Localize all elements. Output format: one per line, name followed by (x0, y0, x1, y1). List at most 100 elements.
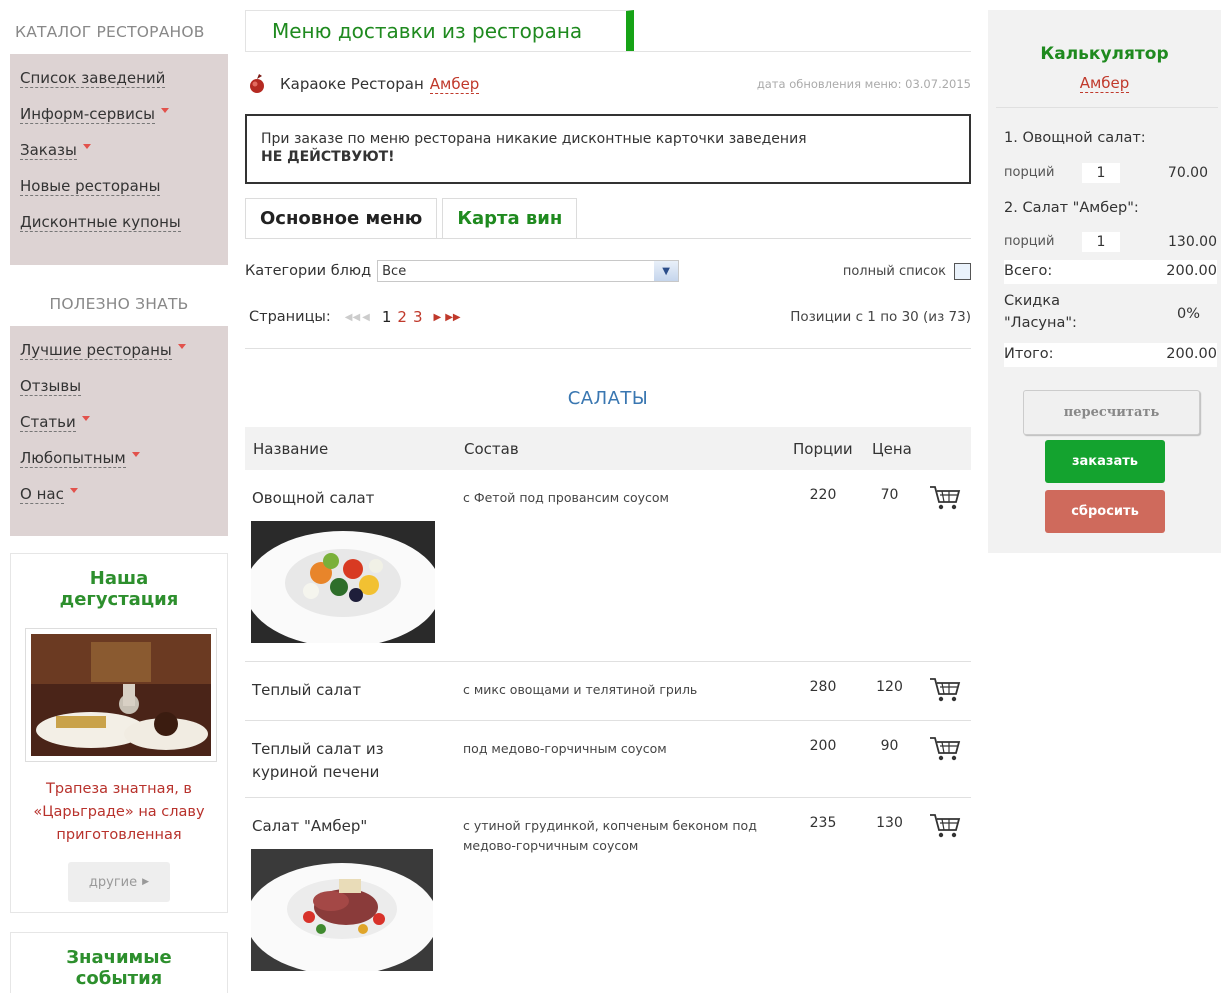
dish-price: 120 (876, 679, 903, 695)
calculator-panel: Калькулятор Амбер 1. Овощной салат: порц… (988, 10, 1221, 553)
catalog-menu: Список заведений Информ-сервисы Заказы Н… (10, 54, 228, 248)
calc-item-amount: 70.00 (1167, 165, 1208, 181)
qty-input[interactable]: 1 (1082, 163, 1120, 183)
menu-update-date: дата обновления меню: 03.07.2015 (756, 77, 971, 91)
categories-select[interactable]: Все ▼ (377, 260, 680, 282)
caret-down-icon (81, 415, 90, 421)
cart-icon[interactable] (928, 484, 962, 512)
calc-item-label: 1. Овощной салат: (1004, 130, 1146, 146)
chevron-down-icon[interactable]: ▼ (654, 261, 679, 281)
page-2[interactable]: 2 (397, 308, 407, 326)
dish-name: Овощной салат (252, 489, 375, 507)
sidebar-item-articles[interactable]: Статьи (20, 404, 228, 440)
tasting-caption[interactable]: Трапеза знатная, в «Царьграде» на славу … (21, 778, 217, 847)
events-title: Значимые события (66, 947, 172, 989)
qty-input[interactable]: 1 (1082, 232, 1120, 252)
calc-qty-row: порций 1 70.00 (1004, 163, 1221, 185)
tab-delivery-menu[interactable]: Меню доставки из ресторана (245, 10, 634, 51)
page-3[interactable]: 3 (413, 308, 423, 326)
discount-label-name: "Ласуна": (1004, 315, 1077, 331)
cart-icon[interactable] (928, 812, 962, 840)
sidebar-item-reviews[interactable]: Отзывы (20, 368, 228, 404)
dish-portions: 280 (809, 679, 837, 695)
category-title: САЛАТЫ (567, 388, 649, 409)
calculator-restaurant[interactable]: Амбер (988, 74, 1221, 93)
discount-notice: При заказе по меню ресторана никакие дис… (245, 114, 971, 184)
tasting-more-button[interactable]: другие ▶ (68, 862, 170, 902)
first-page-icon: ◀◀ (344, 311, 361, 323)
sidebar-item-curious[interactable]: Любопытным (20, 440, 228, 476)
caret-down-icon (160, 107, 169, 113)
calculator-divider (996, 107, 1218, 108)
caret-down-icon (177, 343, 186, 349)
sidebar-item-about[interactable]: О нас (20, 476, 228, 512)
catalog-panel: КАТАЛОГ РЕСТОРАНОВ Список заведений Инфо… (10, 10, 228, 265)
calc-result-row: Итого: 200.00 (1004, 343, 1217, 367)
pagination-row: Страницы: ◀◀ ◀ 1 2 3 ▶ ▶▶ Позиции с 1 по… (245, 304, 971, 330)
calc-total-row: Всего: 200.00 (1004, 260, 1217, 284)
dish-image[interactable] (251, 849, 433, 971)
cart-icon[interactable] (928, 735, 962, 763)
tasting-image (31, 634, 211, 756)
sidebar-item-best-restaurants[interactable]: Лучшие рестораны (20, 332, 228, 368)
tab-divider (245, 51, 971, 52)
dish-composition: с микс овощами и телятиной гриль (463, 682, 698, 697)
table-row: Теплый салат с микс овощами и телятиной … (245, 662, 971, 721)
table-row: Теплый салат из куриной печени под медов… (245, 721, 971, 798)
prev-page-icon: ◀ (362, 311, 370, 323)
tasting-photo[interactable] (25, 628, 217, 762)
cart-icon[interactable] (928, 676, 962, 704)
tab-wine-list[interactable]: Карта вин (442, 198, 578, 238)
events-promo: Значимые события (10, 932, 228, 993)
dish-name: Теплый салат (252, 681, 362, 699)
restaurant-link[interactable]: Амбер (429, 75, 480, 94)
tasting-promo: Наша дегустация Трапеза знатная, в «Царь… (10, 553, 228, 913)
dish-composition: с Фетой под провансим соусом (463, 490, 669, 505)
restaurant-row: Караоке Ресторан Амбер дата обновления м… (245, 70, 971, 98)
menu-table-header: Название Состав Порции Цена (245, 427, 971, 470)
col-portions: Порции (793, 440, 853, 458)
last-page-icon[interactable]: ▶▶ (445, 312, 460, 323)
chevron-right-icon: ▶ (142, 877, 150, 887)
dish-portions: 220 (809, 487, 837, 503)
calc-qty-row: порций 1 130.00 (1004, 232, 1221, 254)
result-label: Итого: (1004, 346, 1054, 362)
qty-label: порций (1004, 165, 1055, 180)
categories-label: Категории блюд (245, 263, 372, 279)
sidebar-item-new-restaurants[interactable]: Новые рестораны (20, 168, 228, 204)
discount-value: 0% (1176, 306, 1200, 322)
dish-price: 90 (880, 738, 899, 754)
col-name: Название (253, 440, 329, 458)
dish-portions: 200 (809, 738, 837, 754)
sidebar-item-list[interactable]: Список заведений (20, 60, 228, 96)
notice-emphasis: НЕ ДЕЙСТВУЮТ! (261, 149, 395, 165)
total-label: Всего: (1004, 263, 1053, 279)
sidebar-item-info-services[interactable]: Информ-сервисы (20, 96, 228, 132)
calc-item-amount: 130.00 (1168, 234, 1217, 250)
dish-price: 70 (880, 487, 899, 503)
recalculate-button[interactable]: пересчитать (1023, 390, 1200, 435)
page-1[interactable]: 1 (382, 308, 392, 326)
useful-title: ПОЛЕЗНО ЗНАТЬ (10, 282, 228, 326)
section-divider (245, 348, 971, 349)
catalog-title: КАТАЛОГ РЕСТОРАНОВ (10, 10, 228, 54)
tab-main-menu[interactable]: Основное меню (245, 198, 438, 238)
filter-row: Категории блюд Все ▼ полный список (245, 258, 971, 284)
next-page-icon[interactable]: ▶ (434, 312, 442, 323)
full-list-checkbox[interactable] (954, 262, 971, 280)
dish-price: 130 (876, 815, 903, 831)
reset-button[interactable]: сбросить (1045, 490, 1165, 533)
calc-discount-row: Скидка "Ласуна": 0% (1004, 293, 1217, 337)
menu-tabs-divider (245, 238, 971, 239)
dish-name: Салат "Амбер" (252, 817, 368, 835)
order-button[interactable]: заказать (1045, 440, 1165, 483)
qty-label: порций (1004, 234, 1055, 249)
sidebar-item-discount-coupons[interactable]: Дисконтные купоны (20, 204, 228, 240)
menu-tabs: Основное меню Карта вин (245, 198, 582, 238)
tasting-title: Наша дегустация (59, 568, 179, 610)
dish-name: Теплый салат из куриной печени (252, 740, 384, 781)
dish-composition: под медово-горчичным соусом (463, 741, 667, 756)
dish-image[interactable] (251, 521, 435, 643)
restaurant-prefix: Караоке Ресторан (280, 75, 424, 93)
sidebar-item-orders[interactable]: Заказы (20, 132, 228, 168)
